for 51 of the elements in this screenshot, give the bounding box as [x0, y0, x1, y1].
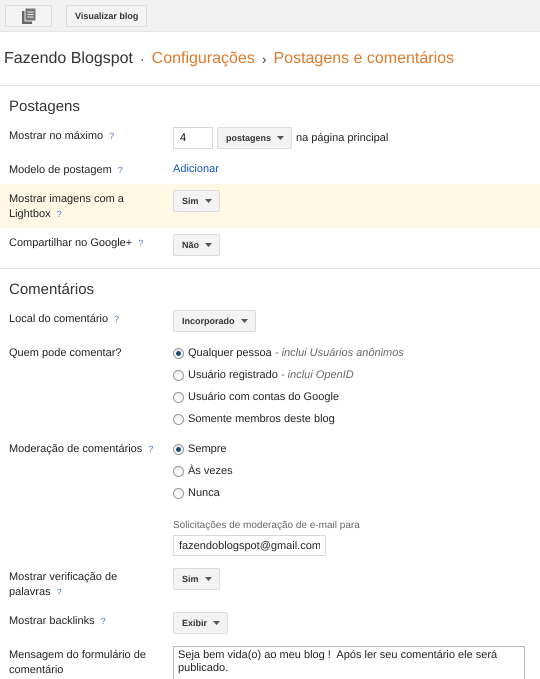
radio-button[interactable] — [173, 370, 184, 380]
caret-icon — [213, 621, 220, 625]
radio-label: Sempre — [188, 443, 227, 455]
page-title: Postagens e comentários — [274, 50, 454, 68]
setting-label: Local do comentário ? — [9, 312, 120, 327]
dropdown[interactable]: Incorporado — [173, 310, 256, 332]
separator: › — [262, 50, 266, 66]
separator: · — [140, 50, 145, 66]
suffix-text: na página principal — [296, 132, 388, 144]
caret-icon — [204, 577, 212, 581]
caret-icon — [205, 243, 212, 247]
add-link[interactable]: Adicionar — [173, 161, 531, 175]
count-field[interactable]: 4 — [173, 127, 213, 149]
setting-label: Mostrar imagens com a Lightbox ? — [9, 192, 125, 222]
section-title: Postagens — [8, 97, 81, 117]
setting-label: Mostrar backlinks ? — [9, 614, 107, 629]
radio-label: Nunca — [188, 487, 220, 499]
radio-button[interactable] — [173, 444, 184, 454]
dropdown[interactable]: Sim — [173, 190, 220, 212]
radio-button[interactable] — [173, 466, 184, 476]
radio-button[interactable] — [173, 392, 184, 402]
blog-title: Fazendo Blogspot — [4, 50, 133, 68]
radio-button[interactable] — [173, 414, 184, 424]
radio-label: Às vezes — [188, 465, 233, 477]
section-title: Comentários — [8, 280, 96, 300]
pages-icon — [22, 8, 36, 24]
radio-label: Somente membros deste blog — [188, 413, 335, 425]
setting-label: Mostrar verificação de palavras ? — [9, 570, 118, 600]
setting-label: Mostrar no máximo ? — [9, 129, 116, 144]
dropdown[interactable]: Exibir — [173, 612, 228, 634]
message-field[interactable]: Seja bem vida(o) ao meu blog ! Após ler seu comentário ele será publicado. — [173, 646, 525, 679]
caret-icon — [204, 199, 212, 203]
pages-button[interactable] — [5, 4, 52, 26]
setting-label: Mensagem do formulário de comentário — [9, 648, 147, 678]
radio-button[interactable] — [173, 348, 184, 358]
setting-label: Quem pode comentar? — [9, 346, 123, 361]
caret-icon — [240, 319, 248, 323]
setting-label: Compartilhar no Google+ ? — [9, 236, 144, 251]
setting-label: Modelo de postagem ? — [9, 163, 124, 178]
dropdown[interactable]: Sim — [173, 568, 220, 590]
radio-label: Usuário registrado - inclui OpenID — [188, 369, 354, 381]
email-field[interactable]: fazendoblogspot@gmail.com — [173, 535, 326, 556]
view-blog-button[interactable]: Visualizar blog — [66, 4, 148, 26]
dropdown[interactable]: Não — [173, 234, 220, 256]
email-label: Solicitações de moderação de e-mail para — [173, 520, 361, 531]
dropdown[interactable]: postagens — [217, 127, 292, 149]
radio-label: Usuário com contas do Google — [188, 391, 340, 403]
caret-icon — [277, 136, 284, 140]
radio-button[interactable] — [173, 488, 184, 498]
radio-label: Qualquer pessoa - inclui Usuários anônimos — [188, 347, 404, 359]
setting-label: Moderação de comentários ? — [9, 442, 154, 457]
